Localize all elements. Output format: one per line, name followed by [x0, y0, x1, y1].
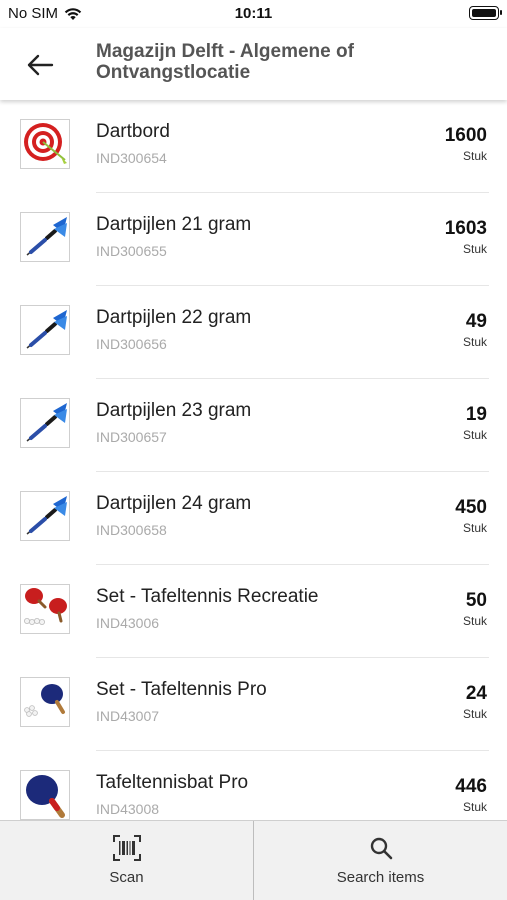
- scan-label: Scan: [109, 869, 144, 886]
- item-unit: Stuk: [462, 614, 487, 628]
- list-item[interactable]: Dartbord IND300654 1600 Stuk: [0, 100, 507, 193]
- page-title: Magazijn Delft - Algemene of Ontvangstlo…: [96, 41, 354, 83]
- item-code: IND43007: [96, 708, 160, 724]
- item-name: Dartbord: [96, 121, 170, 142]
- list-item[interactable]: Dartpijlen 22 gram IND300656 49 Stuk: [0, 286, 507, 379]
- search-icon: [370, 837, 392, 860]
- item-thumbnail: [20, 491, 70, 541]
- item-thumbnail: [20, 119, 70, 169]
- status-time: 10:11: [234, 5, 273, 22]
- item-unit: Stuk: [462, 800, 487, 814]
- item-code: IND43006: [96, 615, 160, 631]
- list-item[interactable]: Dartpijlen 21 gram IND300655 1603 Stuk: [0, 193, 507, 286]
- arrow-left-icon: [27, 54, 54, 76]
- item-thumbnail: [20, 584, 70, 634]
- item-code: IND43008: [96, 801, 160, 817]
- item-quantity: 24: [465, 683, 487, 704]
- item-quantity: 450: [455, 497, 487, 518]
- item-unit: Stuk: [462, 242, 487, 256]
- item-unit: Stuk: [462, 149, 487, 163]
- item-name: Set - Tafeltennis Pro: [96, 679, 267, 700]
- item-thumbnail: [20, 398, 70, 448]
- battery-icon: [469, 6, 502, 20]
- item-thumbnail: [20, 677, 70, 727]
- barcode-scan-icon: [112, 835, 141, 861]
- dart-icon: [26, 403, 67, 442]
- back-button[interactable]: [20, 48, 60, 82]
- item-name: Set - Tafeltennis Recreatie: [96, 586, 319, 607]
- dart-icon: [26, 496, 67, 535]
- scan-button[interactable]: Scan: [0, 821, 253, 900]
- item-thumbnail: [20, 212, 70, 262]
- list-item[interactable]: Tafeltennisbat Pro IND43008 446 Stuk: [0, 751, 507, 820]
- list-item[interactable]: Set - Tafeltennis Recreatie IND43006 50 …: [0, 565, 507, 658]
- table-tennis-set-pro-icon: [24, 684, 65, 717]
- item-code: IND300654: [96, 150, 167, 166]
- item-code: IND300657: [96, 429, 167, 445]
- search-items-label: Search items: [336, 869, 425, 886]
- bottom-action-bar: Scan Search items: [0, 820, 507, 900]
- item-quantity: 1603: [444, 218, 487, 239]
- dart-icon: [26, 310, 67, 349]
- item-unit: Stuk: [462, 521, 487, 535]
- item-name: Dartpijlen 24 gram: [96, 493, 252, 514]
- table-tennis-bat-icon: [26, 775, 65, 818]
- item-unit: Stuk: [462, 428, 487, 442]
- item-name: Tafeltennisbat Pro: [96, 772, 249, 793]
- list-item[interactable]: Set - Tafeltennis Pro IND43007 24 Stuk: [0, 658, 507, 751]
- item-quantity: 1600: [444, 125, 487, 146]
- item-name: Dartpijlen 22 gram: [96, 307, 252, 328]
- item-code: IND300655: [96, 243, 167, 259]
- item-quantity: 19: [465, 404, 487, 425]
- item-name: Dartpijlen 21 gram: [96, 214, 252, 235]
- item-code: IND300658: [96, 522, 167, 538]
- item-thumbnail: [20, 770, 70, 820]
- item-quantity: 446: [455, 776, 487, 797]
- status-bar: No SIM 10:11: [0, 0, 507, 28]
- item-thumbnail: [20, 305, 70, 355]
- list-item[interactable]: Dartpijlen 23 gram IND300657 19 Stuk: [0, 379, 507, 472]
- item-quantity: 49: [465, 311, 487, 332]
- item-unit: Stuk: [462, 335, 487, 349]
- item-name: Dartpijlen 23 gram: [96, 400, 252, 421]
- table-tennis-set-red-icon: [24, 588, 67, 626]
- item-code: IND300656: [96, 336, 167, 352]
- item-quantity: 50: [465, 590, 487, 611]
- list-item[interactable]: Dartpijlen 24 gram IND300658 450 Stuk: [0, 472, 507, 565]
- app-header: Magazijn Delft - Algemene of Ontvangstlo…: [0, 28, 507, 100]
- search-items-button[interactable]: Search items: [253, 821, 507, 900]
- item-list[interactable]: Dartbord IND300654 1600 Stuk Dartpijlen …: [0, 100, 507, 820]
- dart-icon: [26, 217, 67, 256]
- item-unit: Stuk: [462, 707, 487, 721]
- dartboard-icon: [24, 123, 67, 164]
